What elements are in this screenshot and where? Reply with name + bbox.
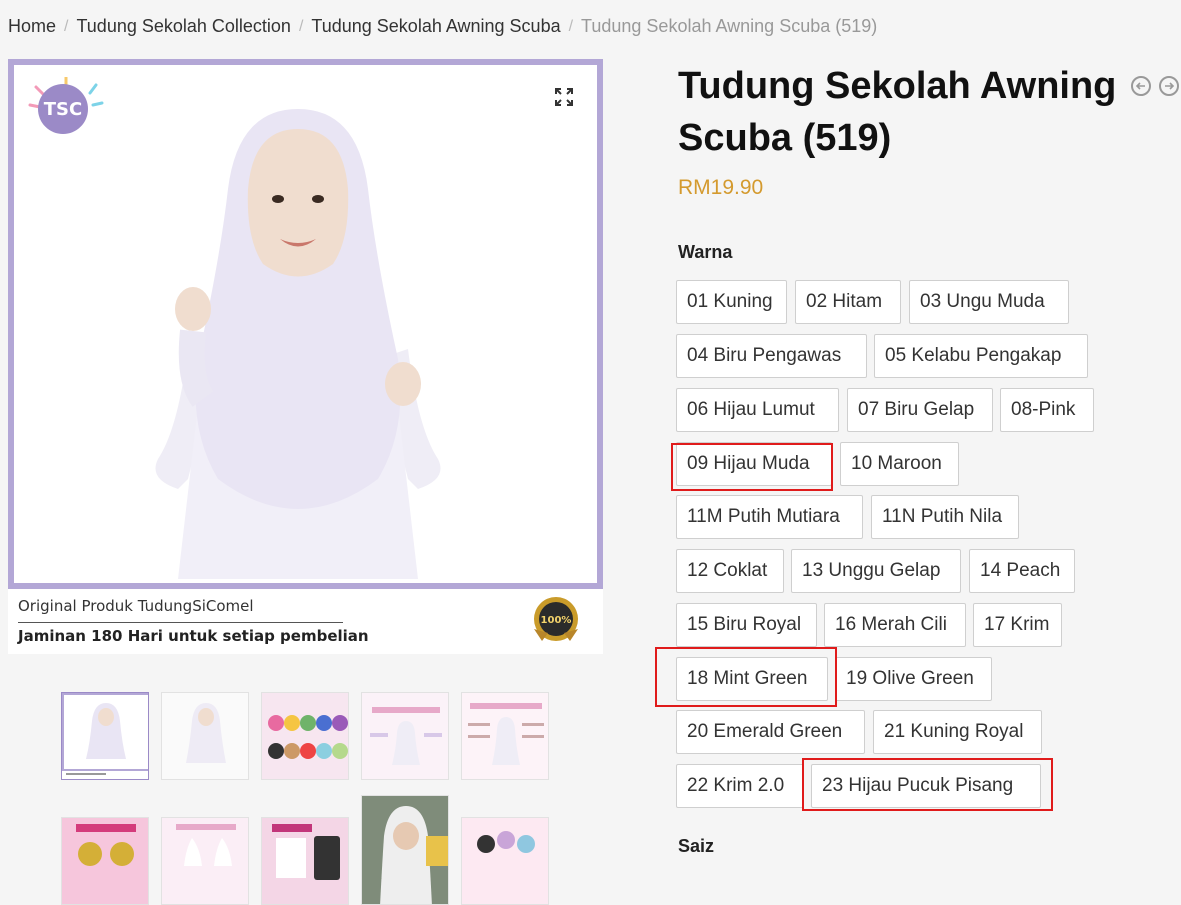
expand-icon[interactable] bbox=[554, 87, 574, 107]
color-swatch-08[interactable]: 08-Pink bbox=[1000, 388, 1094, 432]
thumbnail-image bbox=[262, 693, 348, 779]
model-photo bbox=[155, 109, 441, 579]
badge-text: 100% bbox=[541, 615, 572, 626]
breadcrumb: Home / Tudung Sekolah Collection / Tudun… bbox=[8, 16, 877, 37]
thumbnail-8[interactable] bbox=[261, 817, 349, 905]
color-swatch-10[interactable]: 10 Maroon bbox=[840, 442, 959, 486]
color-swatch-23[interactable]: 23 Hijau Pucuk Pisang bbox=[811, 764, 1041, 808]
main-product-image[interactable]: TSC Original Produk TudungSiComel Jamina… bbox=[8, 59, 603, 654]
color-swatch-18[interactable]: 18 Mint Green bbox=[676, 657, 828, 701]
breadcrumb-separator: / bbox=[64, 17, 69, 35]
thumbnail-image bbox=[362, 693, 448, 779]
color-swatch-06[interactable]: 06 Hijau Lumut bbox=[676, 388, 839, 432]
caption-guarantee: Jaminan 180 Hari untuk setiap pembelian bbox=[18, 627, 369, 645]
color-swatch-05[interactable]: 05 Kelabu Pengakap bbox=[874, 334, 1088, 378]
thumbnail-image bbox=[462, 693, 548, 779]
thumbnail-10[interactable] bbox=[461, 817, 549, 905]
thumbnail-1[interactable] bbox=[61, 692, 149, 780]
breadcrumb-current: Tudung Sekolah Awning Scuba (519) bbox=[581, 16, 878, 36]
size-option-label: Saiz bbox=[678, 836, 715, 856]
brand-logo: TSC bbox=[38, 84, 88, 134]
thumbnail-image bbox=[262, 818, 348, 904]
color-swatch-12[interactable]: 12 Coklat bbox=[676, 549, 784, 593]
color-swatch-02[interactable]: 02 Hitam bbox=[795, 280, 901, 324]
thumbnail-6[interactable] bbox=[61, 817, 149, 905]
thumbnail-5[interactable] bbox=[461, 692, 549, 780]
thumbnail-4[interactable] bbox=[361, 692, 449, 780]
guarantee-badge-icon: 100% bbox=[534, 597, 578, 641]
product-price: RM19.90 bbox=[678, 176, 764, 199]
color-swatch-11m[interactable]: 11M Putih Mutiara bbox=[676, 495, 863, 539]
thumbnail-image bbox=[362, 796, 448, 904]
color-swatch-21[interactable]: 21 Kuning Royal bbox=[873, 710, 1042, 754]
thumbnail-image bbox=[62, 818, 148, 904]
color-swatch-13[interactable]: 13 Unggu Gelap bbox=[791, 549, 961, 593]
color-swatch-19[interactable]: 19 Olive Green bbox=[835, 657, 992, 701]
color-swatch-14[interactable]: 14 Peach bbox=[969, 549, 1075, 593]
brand-logo-text: TSC bbox=[43, 98, 83, 120]
thumbnail-image bbox=[462, 818, 548, 904]
thumbnail-7[interactable] bbox=[161, 817, 249, 905]
color-swatch-09[interactable]: 09 Hijau Muda bbox=[676, 442, 832, 486]
color-swatch-11n[interactable]: 11N Putih Nila bbox=[871, 495, 1019, 539]
breadcrumb-category[interactable]: Tudung Sekolah Awning Scuba bbox=[311, 16, 560, 37]
color-swatch-16[interactable]: 16 Merah Cili bbox=[824, 603, 966, 647]
color-swatch-04[interactable]: 04 Biru Pengawas bbox=[676, 334, 867, 378]
breadcrumb-collection[interactable]: Tudung Sekolah Collection bbox=[76, 16, 290, 37]
arrow-right-circle-icon[interactable] bbox=[1159, 76, 1179, 96]
caption-original: Original Produk TudungSiComel bbox=[18, 597, 254, 615]
product-title: Tudung Sekolah Awning Scuba (519) bbox=[678, 65, 1117, 159]
color-swatch-15[interactable]: 15 Biru Royal bbox=[676, 603, 817, 647]
color-swatch-22[interactable]: 22 Krim 2.0 bbox=[676, 764, 804, 808]
color-swatch-03[interactable]: 03 Ungu Muda bbox=[909, 280, 1069, 324]
thumbnail-3[interactable] bbox=[261, 692, 349, 780]
thumbnail-image bbox=[162, 693, 248, 779]
thumbnail-9[interactable] bbox=[361, 795, 449, 905]
thumbnail-image bbox=[62, 693, 148, 775]
thumbnail-2[interactable] bbox=[161, 692, 249, 780]
product-navigation bbox=[1131, 76, 1179, 96]
breadcrumb-separator: / bbox=[298, 17, 304, 35]
color-swatch-01[interactable]: 01 Kuning bbox=[676, 280, 787, 324]
arrow-left-circle-icon[interactable] bbox=[1131, 76, 1151, 96]
breadcrumb-home[interactable]: Home bbox=[8, 16, 56, 37]
color-swatch-07[interactable]: 07 Biru Gelap bbox=[847, 388, 993, 432]
breadcrumb-separator: / bbox=[568, 17, 574, 35]
caption-divider bbox=[18, 622, 343, 623]
color-swatch-17[interactable]: 17 Krim bbox=[973, 603, 1062, 647]
color-option-label: Warna bbox=[678, 242, 733, 262]
color-swatch-20[interactable]: 20 Emerald Green bbox=[676, 710, 865, 754]
thumbnail-image bbox=[162, 818, 248, 904]
